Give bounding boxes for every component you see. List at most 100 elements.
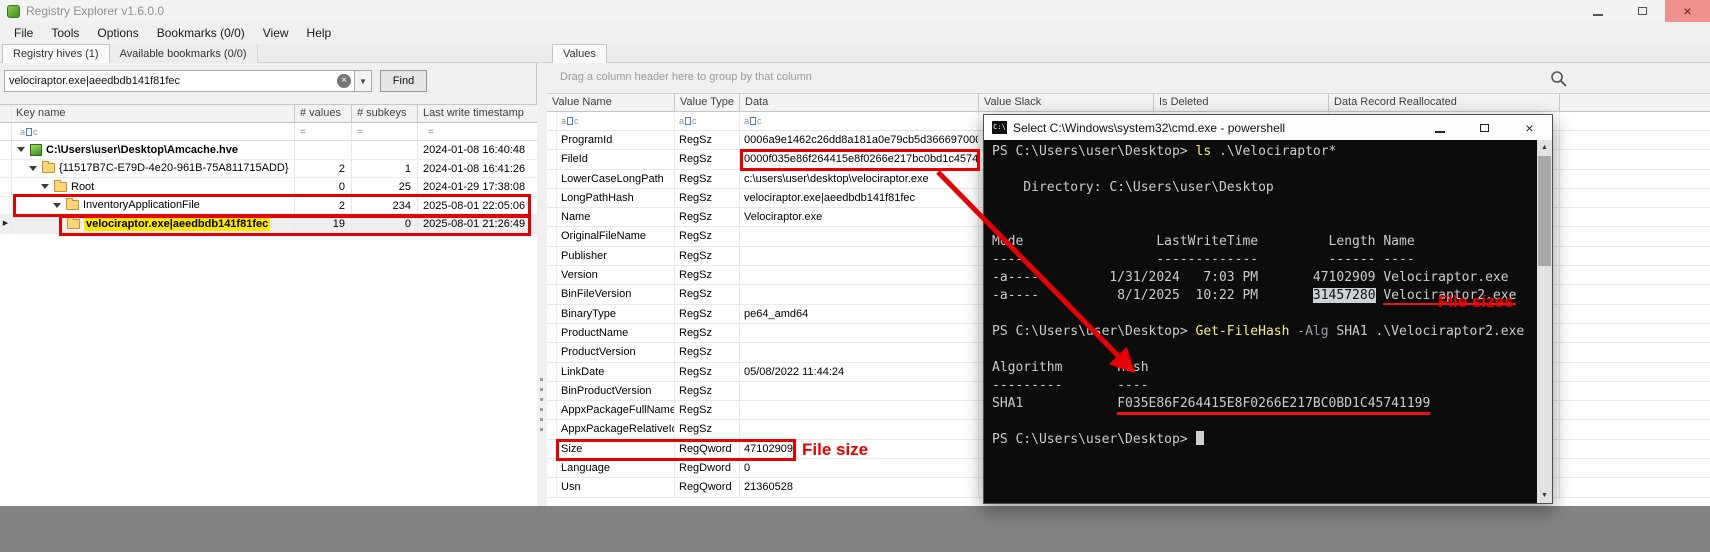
terminal-line: ---- ------------- ------ ---- (992, 251, 1537, 269)
expand-collapse-icon[interactable] (53, 203, 61, 208)
value-data-cell (740, 266, 979, 284)
value-name-cell: Name (557, 208, 675, 226)
terminal-titlebar: C:\ Select C:\Windows\system32\cmd.exe -… (984, 115, 1552, 140)
regex-filter-icon[interactable]: ac (744, 116, 762, 126)
terminal-text: ---- ------------- ------ ---- (992, 252, 1415, 267)
menu-view[interactable]: View (254, 22, 298, 44)
value-name-cell: LowerCaseLongPath (557, 170, 675, 188)
key-name-label: velociraptor.exe|aeedbdb141f81fec (84, 217, 270, 231)
filter-cell[interactable]: ac (740, 112, 979, 130)
terminal-close-icon[interactable]: × (1507, 115, 1552, 140)
expand-collapse-icon[interactable] (29, 166, 37, 171)
value-name-cell: OriginalFileName (557, 227, 675, 245)
scroll-down-icon[interactable]: ▼ (1537, 488, 1552, 503)
value-name-cell: BinaryType (557, 305, 675, 323)
value-data-cell: 0006a9e1462c26dd8a181a0e79cb5d3666970000… (740, 131, 979, 149)
column-header-c-ts[interactable]: Last write timestamp (418, 105, 537, 122)
maximize-icon[interactable] (1620, 0, 1665, 22)
terminal-line: -a---- 1/31/2024 7:03 PM 47102909 Veloci… (992, 269, 1537, 287)
row-indicator-cell (547, 440, 557, 458)
column-header-c-name[interactable]: Key name (12, 105, 295, 122)
close-icon[interactable]: × (1665, 0, 1710, 22)
equals-filter-icon[interactable]: = (300, 127, 306, 138)
tree-key-name: C:\Users\user\Desktop\Amcache.hve (12, 141, 295, 159)
column-header-c-subs[interactable]: # subkeys (352, 105, 418, 122)
column-header-h-name[interactable]: Value Name (547, 94, 675, 111)
terminal-minimize-icon[interactable] (1417, 115, 1462, 140)
tab-values[interactable]: Values (552, 44, 607, 63)
value-name-cell: ProductName (557, 324, 675, 342)
terminal-text: Mode LastWriteTime Length Name (992, 234, 1415, 249)
splitter-grip-icon[interactable] (540, 378, 543, 438)
app-icon (7, 5, 20, 18)
minimize-icon[interactable] (1575, 0, 1620, 22)
menu-file[interactable]: File (5, 22, 42, 44)
terminal-text: PS C:\Users\user\Desktop> (992, 432, 1196, 447)
value-name-cell: Version (557, 266, 675, 284)
value-type-cell: RegSz (675, 150, 740, 168)
tree-row[interactable]: C:\Users\user\Desktop\Amcache.hve2024-01… (0, 141, 537, 160)
subkeys-count-cell: 25 (352, 178, 418, 196)
value-type-cell: RegSz (675, 170, 740, 188)
menu-help[interactable]: Help (298, 22, 341, 44)
row-indicator-cell (547, 150, 557, 168)
tab-available-bookmarks[interactable]: Available bookmarks (0/0) (110, 44, 258, 63)
tree-row[interactable]: InventoryApplicationFile22342025-08-01 2… (0, 197, 537, 216)
tree-row[interactable]: ▶velociraptor.exe|aeedbdb141f81fec190202… (0, 215, 537, 234)
tab-registry-hives[interactable]: Registry hives (1) (2, 44, 110, 63)
search-input[interactable] (9, 72, 331, 90)
filter-cell[interactable]: ac (675, 112, 740, 130)
search-dropdown-icon[interactable]: ▼ (355, 70, 372, 92)
row-indicator-cell (547, 401, 557, 419)
value-data-cell: 05/08/2022 11:44:24 (740, 363, 979, 381)
column-header-c-vals[interactable]: # values (295, 105, 352, 122)
scroll-thumb[interactable] (1538, 156, 1551, 266)
panel-splitter[interactable] (537, 63, 547, 506)
last-write-timestamp-cell: 2024-01-29 17:38:08 (418, 178, 537, 196)
clear-search-icon[interactable]: × (337, 74, 351, 88)
regex-filter-icon[interactable]: ac (561, 116, 579, 126)
scroll-up-icon[interactable]: ▲ (1537, 140, 1552, 155)
equals-filter-icon[interactable]: = (428, 127, 434, 138)
filter-cell-keyname[interactable]: ac (12, 123, 295, 140)
terminal-scrollbar[interactable]: ▲ ▼ (1537, 140, 1552, 503)
desktop: Registry Explorer v1.6.0.0 × FileToolsOp… (0, 0, 1710, 552)
column-header-h-slack[interactable]: Value Slack (979, 94, 1154, 111)
expand-collapse-icon[interactable] (41, 184, 49, 189)
terminal-content[interactable]: PS C:\Users\user\Desktop> ls .\Velocirap… (984, 140, 1537, 503)
filter-cell[interactable]: ac (557, 112, 675, 130)
regex-filter-icon[interactable]: ac (679, 116, 697, 126)
terminal-title: Select C:\Windows\system32\cmd.exe - pow… (1013, 121, 1285, 135)
key-name-label: C:\Users\user\Desktop\Amcache.hve (46, 144, 238, 156)
search-grid-icon[interactable] (1550, 70, 1568, 88)
value-type-cell: RegSz (675, 420, 740, 438)
find-button[interactable]: Find (380, 70, 427, 92)
annotation-file-size: File size (802, 440, 868, 460)
terminal-maximize-icon[interactable] (1462, 115, 1507, 140)
values-grid-header: Value NameValue TypeDataValue SlackIs De… (547, 94, 1710, 112)
value-type-cell: RegSz (675, 189, 740, 207)
tree-row[interactable]: {11517B7C-E79D-4e20-961B-75A811715ADD}21… (0, 160, 537, 179)
filter-cell[interactable]: = (352, 123, 418, 140)
filter-cell[interactable]: = (418, 123, 537, 140)
filter-cell[interactable]: = (295, 123, 352, 140)
menu-options[interactable]: Options (88, 22, 147, 44)
column-header-h-drr[interactable]: Data Record Reallocated (1329, 94, 1560, 111)
tree-row[interactable]: Root0252024-01-29 17:38:08 (0, 178, 537, 197)
expand-collapse-icon[interactable] (17, 147, 25, 152)
value-type-cell: RegSz (675, 363, 740, 381)
column-header-h-type[interactable]: Value Type (675, 94, 740, 111)
terminal-line (992, 197, 1537, 215)
menu-bookmarks[interactable]: Bookmarks (0/0) (148, 22, 254, 44)
regex-filter-icon[interactable]: ac (20, 127, 38, 137)
folder-icon (42, 163, 55, 173)
column-header-h-del[interactable]: Is Deleted (1154, 94, 1329, 111)
equals-filter-icon[interactable]: = (357, 127, 363, 138)
last-write-timestamp-cell: 2024-01-08 16:41:26 (418, 160, 537, 178)
value-data-cell (740, 285, 979, 303)
column-header-h-data[interactable]: Data (740, 94, 979, 111)
value-data-cell (740, 247, 979, 265)
value-type-cell: RegSz (675, 305, 740, 323)
cmd-icon: C:\ (992, 121, 1007, 134)
menu-tools[interactable]: Tools (42, 22, 88, 44)
